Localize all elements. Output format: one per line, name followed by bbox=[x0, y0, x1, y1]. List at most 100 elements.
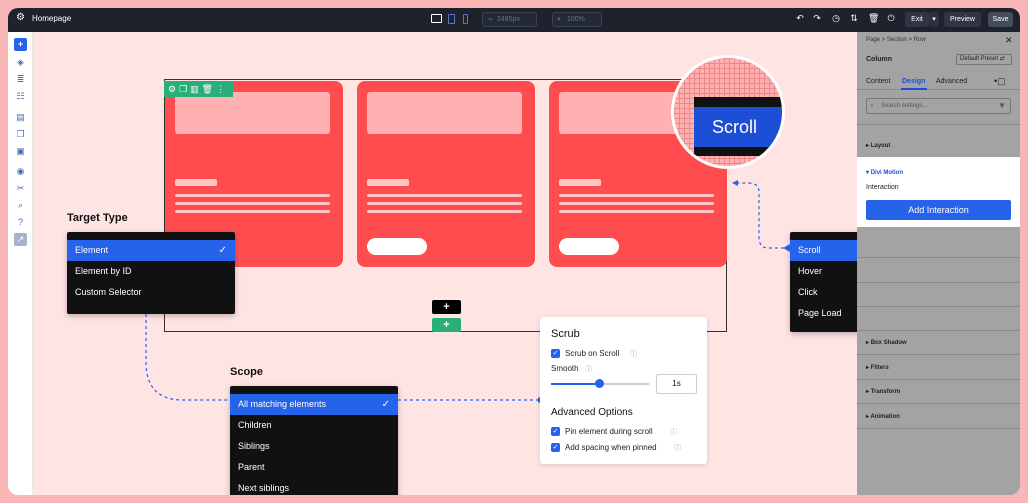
interaction-label: Interaction bbox=[866, 184, 899, 191]
eye-icon[interactable]: ◉ bbox=[14, 165, 27, 178]
section-animation[interactable]: ▸ Animation bbox=[866, 413, 900, 420]
save-button[interactable]: Save bbox=[988, 12, 1013, 27]
search-icon[interactable]: ⌕ bbox=[14, 199, 27, 212]
add-interaction-button[interactable]: Add Interaction bbox=[866, 200, 1011, 220]
width-input[interactable]: ⇔ 2485px bbox=[482, 12, 537, 27]
search-settings-input[interactable]: ⌕ Search settings... ▼ bbox=[866, 98, 1011, 114]
zoom-icon: ⌕ bbox=[557, 16, 561, 23]
target-type-dropdown: Element ✓ Element by ID Custom Selector bbox=[67, 232, 235, 314]
layers-icon[interactable]: ◈ bbox=[14, 56, 27, 69]
view-options-icon[interactable]: •▢ bbox=[994, 76, 1006, 87]
card-image bbox=[175, 92, 330, 134]
connector-trigger-card bbox=[738, 182, 790, 249]
close-icon[interactable]: ✕ bbox=[1005, 35, 1013, 46]
pin-element-label: Pin element during scroll bbox=[565, 427, 653, 436]
section-box-shadow[interactable]: ▸ Box Shadow bbox=[866, 339, 907, 346]
add-spacing-checkbox[interactable]: ✓ bbox=[551, 443, 560, 452]
target-type-option[interactable]: Custom Selector bbox=[67, 282, 235, 303]
phone-view-icon[interactable] bbox=[463, 14, 468, 24]
sort-icon[interactable]: ⇅ bbox=[849, 13, 859, 23]
dropdown-header bbox=[230, 386, 398, 394]
preset-select[interactable]: Default Preset ⇄ bbox=[956, 54, 1012, 65]
zoom-input[interactable]: ⌕ 100% bbox=[552, 12, 602, 27]
tab-separator bbox=[857, 89, 1020, 90]
zoom-value: 100% bbox=[567, 16, 585, 23]
card-text-line bbox=[175, 202, 330, 205]
database-icon[interactable]: ≣ bbox=[14, 73, 27, 86]
tab-design[interactable]: Design bbox=[902, 78, 925, 85]
add-module-button[interactable]: + bbox=[432, 300, 461, 314]
exit-dropdown-button[interactable]: ▾ bbox=[929, 12, 939, 27]
target-type-option[interactable]: Element by ID bbox=[67, 261, 235, 282]
scope-option[interactable]: Children bbox=[230, 415, 398, 436]
section-layout[interactable]: ▸ Layout bbox=[866, 142, 890, 149]
filter-icon[interactable]: ▼ bbox=[998, 99, 1006, 113]
section-filters[interactable]: ▸ Filters bbox=[866, 364, 889, 371]
scrub-on-scroll-checkbox[interactable]: ✓ bbox=[551, 349, 560, 358]
scope-option[interactable]: Parent bbox=[230, 457, 398, 478]
copy-pages-icon[interactable]: ❐ bbox=[14, 128, 27, 141]
section-label: Filters bbox=[870, 365, 889, 371]
breadcrumb[interactable]: Page > Section > Row bbox=[866, 37, 926, 43]
option-label: Element by ID bbox=[75, 266, 132, 276]
row-settings-icon[interactable]: ⚙ bbox=[168, 84, 179, 94]
builder-canvas: ⚙❐▥🗑⋮ + + Scroll Target Type Element ✓ El… bbox=[33, 32, 958, 495]
dropdown-header bbox=[67, 232, 235, 240]
scope-option[interactable]: Siblings bbox=[230, 436, 398, 457]
option-label: Scroll bbox=[798, 245, 821, 255]
preview-button[interactable]: Preview bbox=[944, 12, 981, 27]
exit-button[interactable]: Exit bbox=[905, 12, 929, 27]
row-more-icon[interactable]: ⋮ bbox=[216, 84, 228, 94]
card-text-line bbox=[559, 210, 714, 213]
info-icon: ⓘ bbox=[670, 429, 677, 436]
section-separator bbox=[857, 354, 1020, 355]
section-label: Layout bbox=[870, 143, 891, 149]
history-icon[interactable]: ◷ bbox=[831, 13, 841, 23]
check-icon: ✓ bbox=[218, 245, 227, 256]
help-icon[interactable]: ? bbox=[14, 216, 27, 229]
tab-content[interactable]: Content bbox=[866, 78, 891, 85]
desktop-view-icon[interactable] bbox=[431, 14, 442, 23]
scrub-on-scroll-label: Scrub on Scroll bbox=[565, 349, 620, 358]
add-row-button[interactable]: + bbox=[432, 318, 461, 332]
tablet-view-icon[interactable] bbox=[448, 14, 455, 24]
pages-icon[interactable]: ▤ bbox=[14, 111, 27, 124]
row-delete-icon[interactable]: 🗑 bbox=[202, 84, 216, 94]
section-label: Box Shadow bbox=[870, 340, 907, 346]
card-title-line bbox=[367, 179, 409, 186]
tab-advanced[interactable]: Advanced bbox=[936, 78, 967, 85]
zoom-dropdown-header bbox=[694, 97, 782, 107]
scope-heading: Scope bbox=[230, 366, 264, 378]
scissors-icon[interactable]: ✂ bbox=[14, 182, 27, 195]
settings-page-icon[interactable]: ▣ bbox=[14, 145, 27, 158]
card-text-line bbox=[367, 202, 522, 205]
scope-option[interactable]: All matching elements ✓ bbox=[230, 394, 398, 415]
target-type-option[interactable]: Element ✓ bbox=[67, 240, 235, 261]
smooth-value-input[interactable]: 1s bbox=[656, 374, 697, 394]
row-duplicate-icon[interactable]: ❐ bbox=[179, 84, 190, 94]
settings-gear-icon[interactable]: ⚙ bbox=[16, 13, 26, 23]
section-label: Divi Motion bbox=[870, 170, 904, 176]
zoom-magnifier: Scroll bbox=[671, 55, 785, 169]
width-value: 2485px bbox=[497, 16, 520, 23]
option-label: Custom Selector bbox=[75, 287, 142, 297]
sliders-icon[interactable]: ☷ bbox=[14, 90, 27, 103]
redo-icon[interactable]: ↷ bbox=[812, 13, 822, 23]
width-icon: ⇔ bbox=[487, 16, 494, 23]
power-icon[interactable]: ⏻ bbox=[886, 13, 896, 23]
row-columns-icon[interactable]: ▥ bbox=[190, 84, 202, 94]
scope-option[interactable]: Next siblings bbox=[230, 478, 398, 495]
section-transform[interactable]: ▸ Transform bbox=[866, 388, 900, 395]
smooth-slider-handle[interactable] bbox=[595, 379, 604, 388]
app-window: ⚙ Homepage ⇔ 2485px ⌕ 100% ↶ ↷ ◷ ⇅ 🗑 ⏻ E… bbox=[8, 8, 1020, 495]
motion-icon[interactable]: ↗ bbox=[14, 233, 27, 246]
add-icon[interactable]: + bbox=[14, 38, 27, 51]
section-separator bbox=[857, 124, 1020, 125]
undo-icon[interactable]: ↶ bbox=[795, 13, 805, 23]
section-divi-motion[interactable]: ▾ Divi Motion bbox=[866, 169, 903, 176]
option-label: All matching elements bbox=[238, 399, 327, 409]
trash-icon[interactable]: 🗑 bbox=[868, 13, 879, 23]
row-toolbar[interactable]: ⚙❐▥🗑⋮ bbox=[164, 81, 233, 97]
pin-element-checkbox[interactable]: ✓ bbox=[551, 427, 560, 436]
card-2[interactable] bbox=[357, 81, 535, 267]
